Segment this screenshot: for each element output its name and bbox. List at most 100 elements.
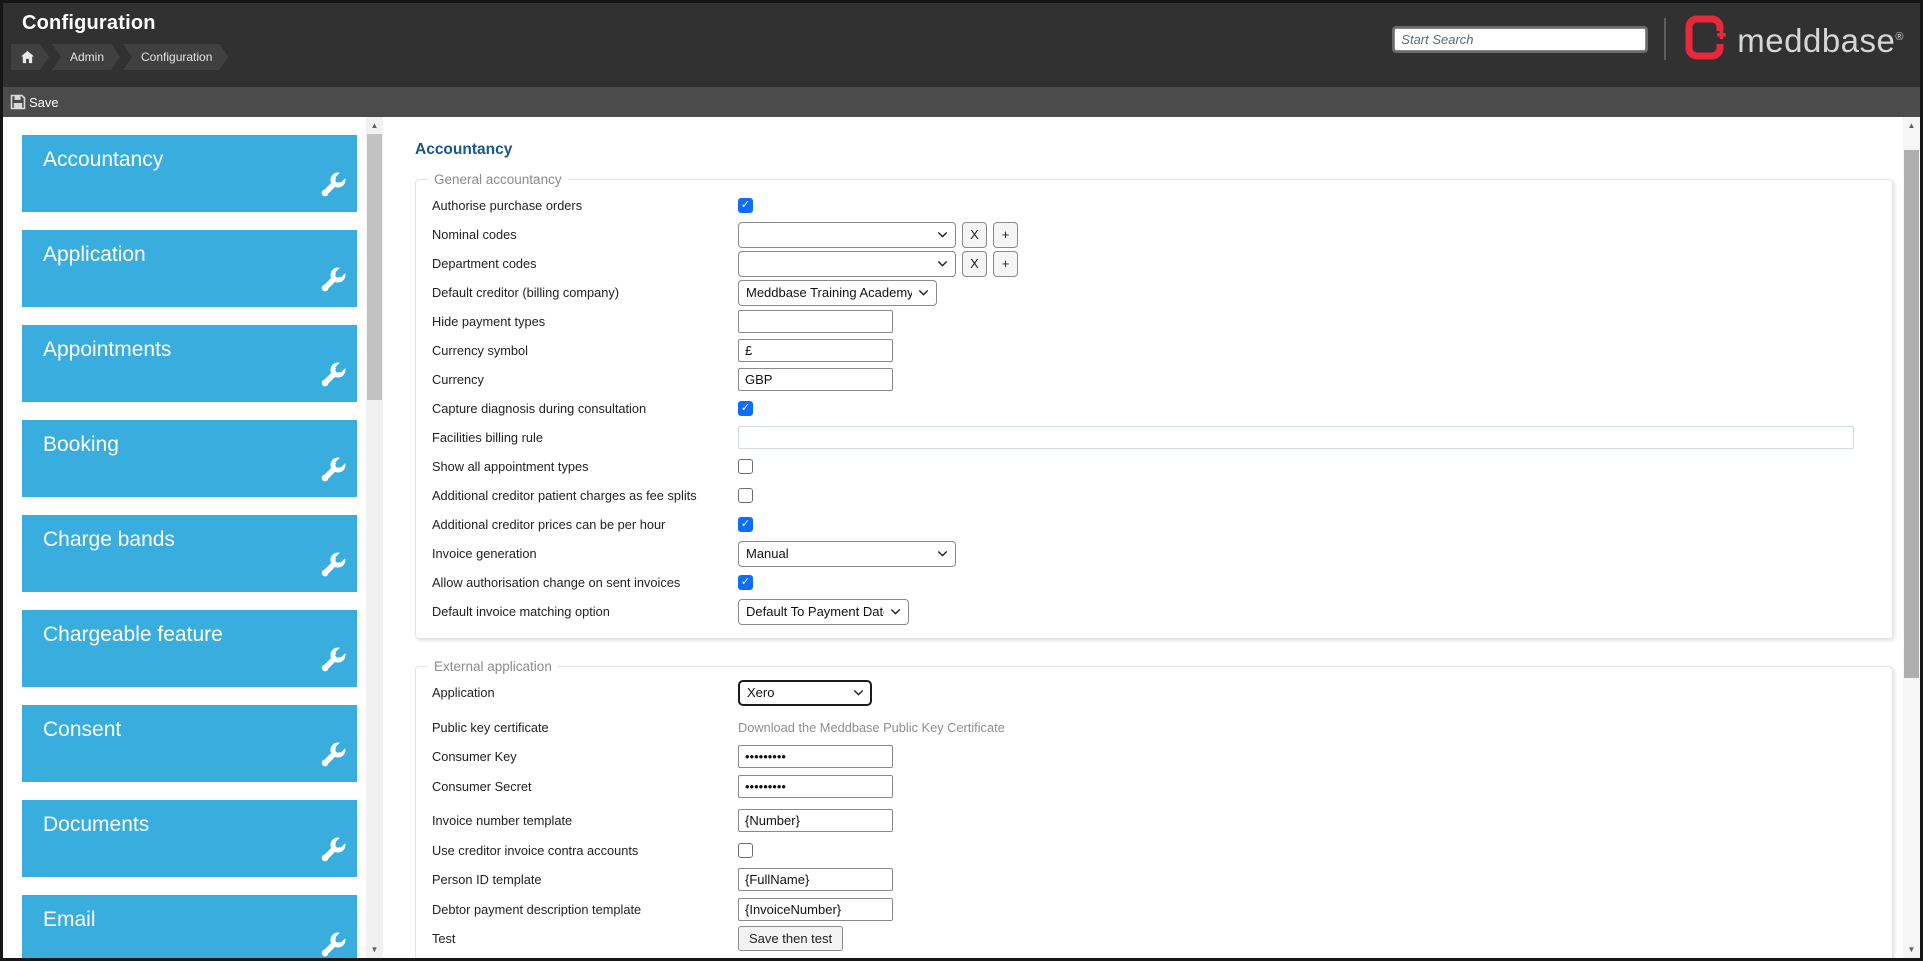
brand-logo: meddbase® [1684,14,1904,64]
nominal-codes-clear-button[interactable]: X [962,221,987,248]
field-label: Currency symbol [432,343,529,358]
form-row: Currency [432,365,1878,394]
facilities-billing-rule-input[interactable] [738,426,1854,449]
fee-splits-checkbox[interactable] [738,488,753,503]
field-label: Capture diagnosis during consultation [432,401,647,416]
search-box [1392,25,1649,53]
wrench-icon [318,740,348,775]
nominal-codes-select[interactable] [738,221,956,248]
consumer-secret-input[interactable] [738,774,893,798]
prices-per-hour-checkbox[interactable] [738,517,753,532]
field-label: Default creditor (billing company) [432,285,620,300]
field-label: Test [432,931,456,947]
application-select[interactable]: Xero [738,679,872,706]
sidebar-item-application[interactable]: Application [22,230,357,307]
field-label: Public key certificate [432,719,549,735]
header-right: meddbase® [1392,14,1904,64]
field-label: Application [432,685,495,701]
fieldset-legend: General accountancy [434,172,562,187]
form-row: Nominal codes X + [432,220,1878,249]
sidebar-item-chargeable-feature[interactable]: Chargeable feature [22,610,357,687]
wrench-icon [318,550,348,585]
breadcrumb-home[interactable] [11,44,49,70]
wrench-icon [318,835,348,870]
contra-accounts-checkbox[interactable] [738,842,753,858]
sidebar-item-label: Accountancy [43,148,164,171]
form-row: Facilities billing rule [432,423,1878,452]
invoice-number-template-input[interactable] [738,809,893,833]
public-key-download-link[interactable]: Download the Meddbase Public Key Certifi… [738,720,1005,735]
capture-diagnosis-checkbox[interactable] [738,401,753,416]
form-row: Consumer Key [432,742,1878,772]
currency-symbol-input[interactable] [738,339,893,362]
nominal-codes-select-wrapper [738,221,956,248]
sidebar-item-documents[interactable]: Documents [22,800,357,877]
form-row: Invoice number template [432,806,1878,836]
form-row: Default invoice matching option Default … [432,597,1878,626]
form-row: Default creditor (billing company) Meddb… [432,278,1878,307]
form-row: Department codes X + [432,249,1878,278]
person-id-template-input[interactable] [738,868,893,892]
department-codes-add-button[interactable]: + [993,250,1018,277]
sidebar-item-label: Documents [43,813,150,836]
external-application-fieldset: External application Application Xero Pu… [415,659,1893,958]
form-row: Person ID template [432,865,1878,895]
nominal-codes-add-button[interactable]: + [993,221,1018,248]
hide-payment-types-input[interactable] [738,310,893,333]
form-row: Additional creditor prices can be per ho… [432,510,1878,539]
meddbase-mark-icon [1684,14,1729,62]
toolbar: Save [3,87,1920,117]
field-label: Consumer Secret [432,778,532,794]
sidebar-item-consent[interactable]: Consent [22,705,357,782]
save-label: Save [29,94,59,110]
field-label: Facilities billing rule [432,430,543,445]
department-codes-clear-button[interactable]: X [962,250,987,277]
configuration-window: Configuration Admin Configuration Start … [0,0,1923,961]
sidebar-item-email[interactable]: Email [22,895,357,958]
department-codes-select-wrapper [738,250,956,277]
sidebar-item-label: Charge bands [43,528,175,551]
field-label: Currency [432,372,484,387]
default-creditor-select-wrapper: Meddbase Training Academy [738,279,937,306]
scroll-up-arrow[interactable]: ▲ [1903,117,1920,134]
breadcrumb-admin[interactable]: Admin [52,44,120,70]
sidebar-item-appointments[interactable]: Appointments [22,325,357,402]
field-label: Additional creditor patient charges as f… [432,488,697,503]
form-row: Currency symbol [432,336,1878,365]
sidebar-item-label: Appointments [43,338,172,361]
authorise-purchase-orders-checkbox[interactable] [738,198,753,213]
field-label: Person ID template [432,872,542,888]
consumer-key-input[interactable] [738,745,893,769]
registered-mark: ® [1895,31,1904,43]
field-label: Show all appointment types [432,459,589,474]
allow-authorisation-change-checkbox[interactable] [738,575,753,590]
content: Accountancy Application Appointments Boo… [3,117,1920,958]
field-label: Debtor payment description template [432,901,642,917]
search-input[interactable] [1392,25,1649,53]
sidebar-item-booking[interactable]: Booking [22,420,357,497]
debtor-payment-template-input[interactable] [738,897,893,921]
scrollbar-thumb[interactable] [367,134,382,400]
sidebar: Accountancy Application Appointments Boo… [3,117,366,958]
department-codes-select[interactable] [738,250,956,277]
sidebar-item-charge-bands[interactable]: Charge bands [22,515,357,592]
sidebar-item-accountancy[interactable]: Accountancy [22,135,357,212]
show-all-appointment-types-checkbox[interactable] [738,459,753,474]
default-creditor-select[interactable]: Meddbase Training Academy [738,279,937,306]
form-row: Consumer Secret [432,772,1878,802]
breadcrumb-configuration[interactable]: Configuration [123,44,228,70]
invoice-matching-select[interactable]: Default To Payment Date [738,598,909,625]
form-row: Authorise purchase orders [432,191,1878,220]
scroll-down-arrow[interactable]: ▼ [1903,941,1920,958]
invoice-matching-select-wrapper: Default To Payment Date [738,598,909,625]
scrollbar-thumb[interactable] [1904,150,1919,678]
scroll-down-arrow[interactable]: ▼ [366,941,383,958]
field-label: Invoice number template [432,813,573,829]
save-then-test-button[interactable]: Save then test [738,926,844,952]
field-label: Additional creditor prices can be per ho… [432,517,666,532]
scroll-up-arrow[interactable]: ▲ [366,117,383,134]
home-icon [20,50,35,64]
invoice-generation-select[interactable]: Manual [738,540,956,567]
currency-input[interactable] [738,368,893,391]
save-button[interactable]: Save [8,92,65,112]
